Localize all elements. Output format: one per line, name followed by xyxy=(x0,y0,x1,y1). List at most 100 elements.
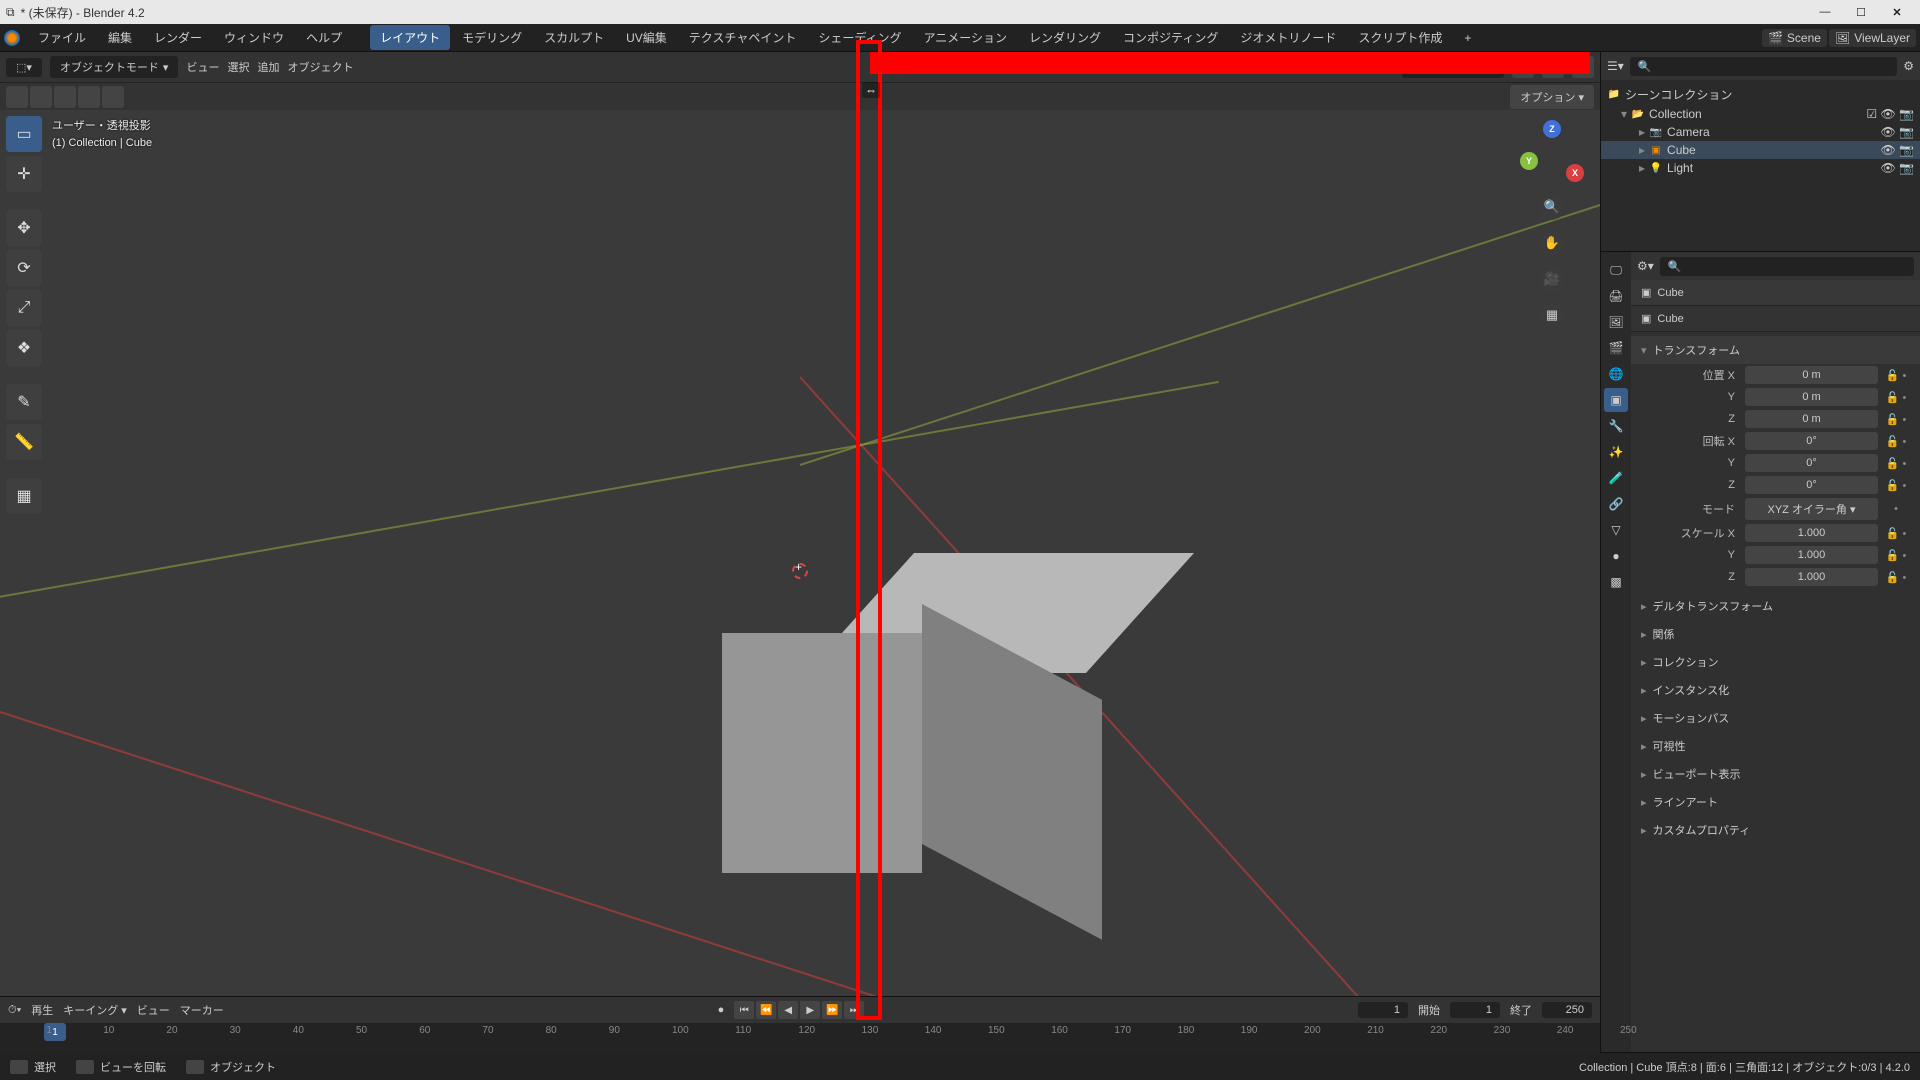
ptab-data[interactable]: ▽ xyxy=(1604,518,1628,542)
selectmode-3[interactable] xyxy=(54,86,76,108)
ptab-texture[interactable]: ▩ xyxy=(1604,570,1628,594)
next-key-button[interactable]: ⏩ xyxy=(822,1001,842,1019)
rot-x-field[interactable]: 0° xyxy=(1745,432,1878,450)
ptab-world[interactable]: 🌐 xyxy=(1604,362,1628,386)
outliner-item-camera[interactable]: 📷 Camera 👁 📷 xyxy=(1601,123,1920,141)
rot-z-field[interactable]: 0° xyxy=(1745,476,1878,494)
chevron-icon[interactable] xyxy=(1639,143,1645,157)
outliner-item-light[interactable]: 💡 Light 👁 📷 xyxy=(1601,159,1920,177)
workspace-tab-anim[interactable]: アニメーション xyxy=(914,25,1018,50)
workspace-tab-sculpt[interactable]: スカルプト xyxy=(534,25,614,50)
panel-collection[interactable]: コレクション xyxy=(1631,648,1920,676)
workspace-tab-texpaint[interactable]: テクスチャペイント xyxy=(679,25,807,50)
start-frame-field[interactable]: 1 xyxy=(1450,1002,1500,1018)
loc-z-field[interactable]: 0 m xyxy=(1745,410,1878,428)
outliner-scene-collection[interactable]: 📁 シーンコレクション xyxy=(1601,84,1920,105)
tool-transform[interactable]: ❖ xyxy=(6,330,42,366)
ptab-scene[interactable]: 🎬 xyxy=(1604,336,1628,360)
jump-end-button[interactable]: ⏭ xyxy=(844,1001,864,1019)
props-object-name[interactable]: ▣ Cube xyxy=(1631,306,1920,332)
tool-cursor[interactable]: ✛ xyxy=(6,156,42,192)
selectmode-4[interactable] xyxy=(78,86,100,108)
menu-view[interactable]: ビュー xyxy=(186,59,219,75)
interaction-mode-dropdown[interactable]: オブジェクトモード ▾ xyxy=(50,56,179,78)
workspace-tab-render[interactable]: レンダリング xyxy=(1019,25,1111,50)
tl-keying[interactable]: キーイング ▾ xyxy=(63,1002,127,1018)
rotation-mode-dropdown[interactable]: XYZ オイラー角 ▾ xyxy=(1745,498,1878,520)
blender-logo-icon[interactable] xyxy=(4,30,20,46)
panel-viewport-display[interactable]: ビューポート表示 xyxy=(1631,760,1920,788)
selectmode-2[interactable] xyxy=(30,86,52,108)
prev-key-button[interactable]: ⏪ xyxy=(756,1001,776,1019)
close-button[interactable]: ✕ xyxy=(1880,2,1914,22)
menu-file[interactable]: ファイル xyxy=(28,25,96,50)
ptab-object[interactable]: ▣ xyxy=(1604,388,1628,412)
end-frame-field[interactable]: 250 xyxy=(1542,1002,1592,1018)
ptab-viewlayer[interactable]: 🖼 xyxy=(1604,310,1628,334)
workspace-tab-script[interactable]: スクリプト作成 xyxy=(1348,25,1452,50)
props-breadcrumb[interactable]: ▣ Cube xyxy=(1631,280,1920,306)
loc-y-field[interactable]: 0 m xyxy=(1745,388,1878,406)
collection-vis[interactable]: ☑ 👁 📷 xyxy=(1866,107,1914,121)
menu-render[interactable]: レンダー xyxy=(144,25,212,50)
ptab-render[interactable]: 🖵 xyxy=(1604,258,1628,282)
workspace-add-button[interactable]: + xyxy=(1454,27,1481,49)
options-dropdown[interactable]: オプション ▾ xyxy=(1510,85,1594,109)
panel-visibility[interactable]: 可視性 xyxy=(1631,732,1920,760)
ptab-material[interactable]: ● xyxy=(1604,544,1628,568)
tl-view[interactable]: ビュー xyxy=(137,1002,170,1018)
zoom-icon[interactable]: 🔍 xyxy=(1539,194,1565,220)
workspace-tab-uv[interactable]: UV編集 xyxy=(616,25,677,50)
play-button[interactable]: ▶ xyxy=(800,1001,820,1019)
workspace-tab-geo[interactable]: ジオメトリノード xyxy=(1230,25,1346,50)
ptab-output[interactable]: 🖨 xyxy=(1604,284,1628,308)
tool-rotate[interactable]: ⟳ xyxy=(6,250,42,286)
panel-relations[interactable]: 関係 xyxy=(1631,620,1920,648)
menu-select[interactable]: 選択 xyxy=(227,59,249,75)
workspace-tab-comp[interactable]: コンポジティング xyxy=(1113,25,1228,50)
ptab-physics[interactable]: 🧪 xyxy=(1604,466,1628,490)
tl-playback[interactable]: 再生 xyxy=(31,1002,53,1018)
ptab-modifier[interactable]: 🔧 xyxy=(1604,414,1628,438)
selectmode-1[interactable] xyxy=(6,86,28,108)
tool-measure[interactable]: 📏 xyxy=(6,424,42,460)
selectmode-5[interactable] xyxy=(102,86,124,108)
tool-select-box[interactable]: ▭ xyxy=(6,116,42,152)
outliner-collection[interactable]: 📂 Collection ☑ 👁 📷 xyxy=(1601,105,1920,123)
menu-window[interactable]: ウィンドウ xyxy=(214,25,294,50)
panel-instancing[interactable]: インスタンス化 xyxy=(1631,676,1920,704)
outliner-item-cube[interactable]: ▣ Cube 👁 📷 xyxy=(1601,141,1920,159)
minimize-button[interactable]: — xyxy=(1808,2,1842,22)
play-rev-button[interactable]: ◀ xyxy=(778,1001,798,1019)
timeline-editor-type[interactable]: ⏱▾ xyxy=(8,1004,21,1017)
menu-help[interactable]: ヘルプ xyxy=(296,25,352,50)
workspace-tab-shading[interactable]: シェーディング xyxy=(808,25,911,50)
workspace-tab-modeling[interactable]: モデリング xyxy=(452,25,532,50)
outliner-search[interactable]: 🔍 xyxy=(1630,57,1897,76)
panel-lineart[interactable]: ラインアート xyxy=(1631,788,1920,816)
orbit-gizmo[interactable]: Z Y X xyxy=(1520,120,1584,184)
panel-motionpath[interactable]: モーションパス xyxy=(1631,704,1920,732)
lock-icon[interactable]: 🔓 • xyxy=(1882,369,1910,382)
scale-x-field[interactable]: 1.000 xyxy=(1745,524,1878,542)
tool-annotate[interactable]: ✎ xyxy=(6,384,42,420)
outliner-type[interactable]: ☰▾ xyxy=(1607,59,1624,73)
editor-type-dropdown[interactable]: ⬚▾ xyxy=(6,58,42,77)
persp-icon[interactable]: ▦ xyxy=(1539,302,1565,328)
outliner-filter-icon[interactable]: ⚙ xyxy=(1903,59,1914,73)
gizmo-x-icon[interactable]: X xyxy=(1566,164,1584,182)
gizmo-z-icon[interactable]: Z xyxy=(1543,120,1561,138)
menu-edit[interactable]: 編集 xyxy=(98,25,142,50)
panel-customprops[interactable]: カスタムプロパティ xyxy=(1631,816,1920,844)
camera-icon[interactable]: 🎥 xyxy=(1539,266,1565,292)
autokey-icon[interactable]: ● xyxy=(718,1004,725,1016)
chevron-icon[interactable] xyxy=(1639,161,1645,175)
chevron-icon[interactable] xyxy=(1639,125,1645,139)
tool-move[interactable]: ✥ xyxy=(6,210,42,246)
scale-z-field[interactable]: 1.000 xyxy=(1745,568,1878,586)
maximize-button[interactable]: ☐ xyxy=(1844,2,1878,22)
timeline-ruler[interactable]: 1 11020304050607080901001101201301401501… xyxy=(0,1023,1600,1053)
ptab-particle[interactable]: ✨ xyxy=(1604,440,1628,464)
gizmo-y-icon[interactable]: Y xyxy=(1520,152,1538,170)
scene-selector[interactable]: 🎬 Scene xyxy=(1762,29,1827,47)
